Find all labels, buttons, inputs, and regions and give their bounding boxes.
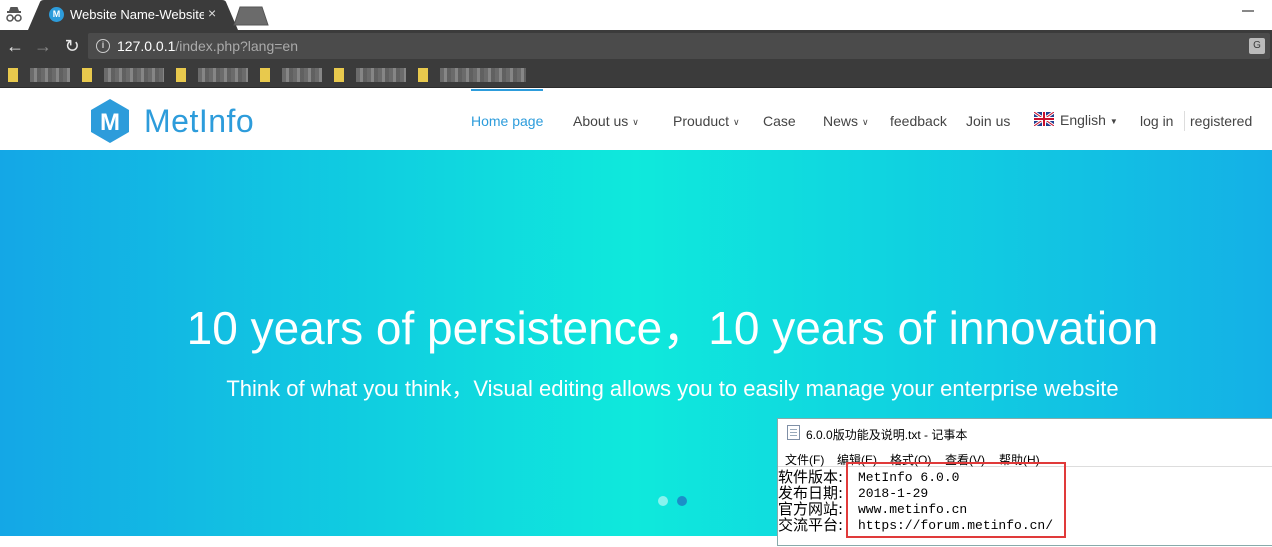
info-icon[interactable]: i bbox=[96, 39, 110, 53]
nav-about[interactable]: About us ∨ bbox=[573, 113, 639, 129]
forum-value: https://forum.metinfo.cn/ bbox=[858, 518, 1054, 533]
date-label: 发布日期: bbox=[778, 484, 844, 502]
language-selector[interactable]: English ▼ bbox=[1060, 112, 1118, 128]
bookmark-folder-icon[interactable] bbox=[8, 68, 18, 82]
bookmark-item[interactable] bbox=[356, 68, 406, 82]
chevron-down-icon: ∨ bbox=[862, 117, 869, 127]
bookmark-folder-icon[interactable] bbox=[418, 68, 428, 82]
url-path: /index.php?lang=en bbox=[175, 38, 298, 54]
nav-news[interactable]: News ∨ bbox=[823, 113, 869, 129]
hero-subtitle: Think of what you think，Visual editing a… bbox=[226, 376, 1119, 401]
nav-about-label: About us bbox=[573, 113, 629, 129]
bookmark-folder-icon[interactable] bbox=[334, 68, 344, 82]
login-link[interactable]: log in bbox=[1140, 113, 1173, 129]
version-value: MetInfo 6.0.0 bbox=[858, 470, 960, 485]
minimize-icon[interactable] bbox=[1242, 10, 1254, 12]
bookmark-folder-icon[interactable] bbox=[176, 68, 186, 82]
nav-product[interactable]: Prouduct ∨ bbox=[673, 113, 740, 129]
back-arrow-icon[interactable]: ← bbox=[4, 35, 26, 57]
url-text[interactable]: 127.0.0.1/index.php?lang=en bbox=[117, 38, 298, 54]
nav-join[interactable]: Join us bbox=[966, 113, 1010, 129]
notepad-titlebar[interactable]: 6.0.0版功能及说明.txt - 记事本 bbox=[778, 419, 1272, 447]
nav-feedback[interactable]: feedback bbox=[890, 113, 947, 129]
notepad-window: 6.0.0版功能及说明.txt - 记事本 文件(F) 编辑(E) 格式(O) … bbox=[777, 418, 1272, 546]
version-label: 软件版本: bbox=[778, 468, 844, 486]
tab-title[interactable]: Website Name-Website bbox=[70, 7, 204, 23]
tab-close-icon[interactable]: × bbox=[208, 5, 216, 21]
notepad-text-area[interactable]: 软件版本: 发布日期: 官方网站: 交流平台: MetInfo 6.0.0 20… bbox=[778, 462, 1272, 547]
bookmark-item[interactable] bbox=[104, 68, 164, 82]
uk-flag-icon bbox=[1034, 112, 1054, 126]
metinfo-logo-icon[interactable]: M bbox=[86, 97, 134, 145]
translate-icon[interactable]: G bbox=[1249, 38, 1265, 54]
incognito-icon bbox=[6, 7, 22, 22]
reload-icon[interactable]: ↻ bbox=[61, 35, 83, 57]
notepad-title: 6.0.0版功能及说明.txt - 记事本 bbox=[806, 428, 968, 442]
logo-letter: M bbox=[100, 109, 120, 136]
new-tab-button[interactable] bbox=[232, 5, 270, 27]
bookmarks-bar bbox=[0, 62, 1272, 88]
logo-text[interactable]: MetInfo bbox=[144, 103, 254, 140]
bookmark-item[interactable] bbox=[282, 68, 322, 82]
nav-news-label: News bbox=[823, 113, 859, 129]
register-link[interactable]: registered bbox=[1190, 113, 1252, 129]
website-label: 官方网站: bbox=[778, 500, 844, 518]
url-host: 127.0.0.1 bbox=[117, 38, 176, 54]
bookmark-item[interactable] bbox=[198, 68, 248, 82]
date-value: 2018-1-29 bbox=[858, 486, 929, 501]
caret-down-icon: ▼ bbox=[1109, 117, 1118, 126]
carousel-dot[interactable] bbox=[658, 496, 668, 506]
carousel-dot-active[interactable] bbox=[677, 496, 687, 506]
nav-home[interactable]: Home page bbox=[471, 113, 543, 129]
site-favicon-icon: M bbox=[49, 7, 64, 22]
forward-arrow-icon[interactable]: → bbox=[32, 35, 54, 57]
nav-active-indicator bbox=[471, 89, 543, 91]
hero-title: 10 years of persistence，10 years of inno… bbox=[186, 302, 1159, 354]
bookmark-item[interactable] bbox=[30, 68, 70, 82]
chevron-down-icon: ∨ bbox=[733, 117, 740, 127]
bookmark-folder-icon[interactable] bbox=[82, 68, 92, 82]
notepad-icon bbox=[787, 425, 800, 440]
site-header: M MetInfo Home page About us ∨ Prouduct ∨ … bbox=[0, 89, 1272, 150]
bookmark-folder-icon[interactable] bbox=[260, 68, 270, 82]
address-bar[interactable]: i 127.0.0.1/index.php?lang=en G bbox=[88, 33, 1270, 59]
browser-toolbar: ← → ↻ i 127.0.0.1/index.php?lang=en G bbox=[0, 30, 1272, 62]
bookmark-item[interactable] bbox=[440, 68, 526, 82]
forum-label: 交流平台: bbox=[778, 516, 844, 534]
nav-divider bbox=[1184, 111, 1185, 131]
language-label: English bbox=[1060, 112, 1106, 128]
chevron-down-icon: ∨ bbox=[632, 117, 639, 127]
website-value: www.metinfo.cn bbox=[858, 502, 968, 517]
nav-case[interactable]: Case bbox=[763, 113, 796, 129]
nav-product-label: Prouduct bbox=[673, 113, 730, 129]
menu-file[interactable]: 文件(F) bbox=[785, 451, 824, 468]
tab-strip: M Website Name-Website × bbox=[0, 0, 1272, 30]
